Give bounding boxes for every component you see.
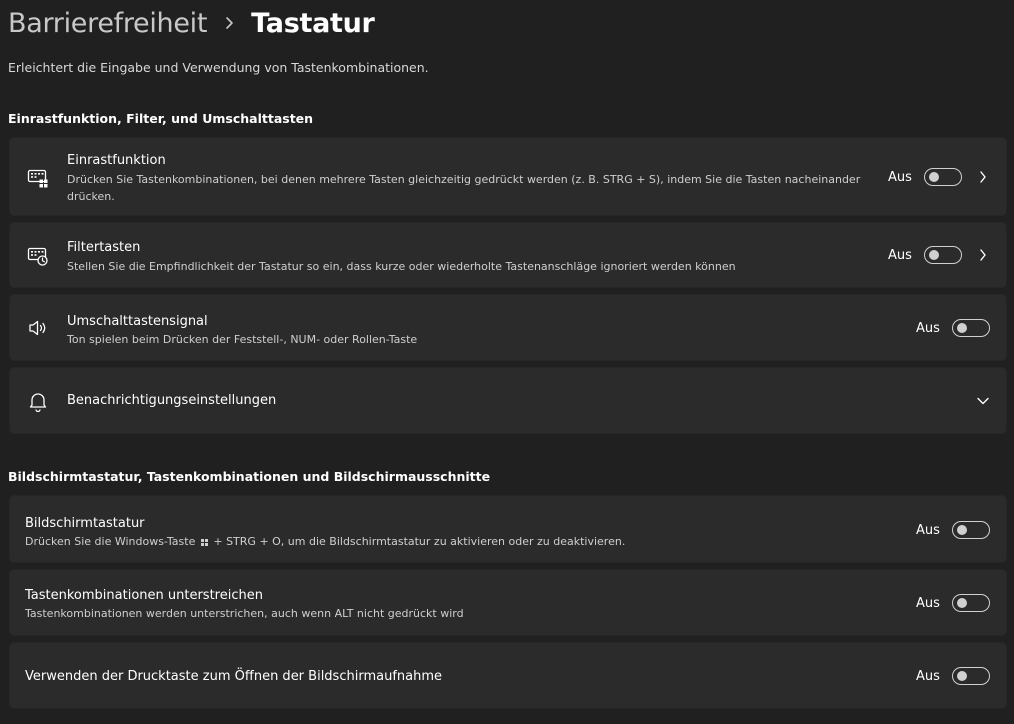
setting-title: Umschalttastensignal [67, 314, 208, 329]
toggle-knob [929, 250, 939, 260]
toggle-state-label: Aus [916, 523, 940, 538]
bell-icon [26, 389, 50, 413]
toggle-state-label: Aus [916, 596, 940, 611]
setting-description: Drücken Sie die Windows-Taste + STRG + O… [25, 533, 825, 550]
setting-description: Drücken Sie Tastenkombinationen, bei den… [67, 173, 861, 203]
description-part: Drücken Sie die Windows-Taste [25, 535, 196, 548]
print-screen-toggle[interactable] [952, 667, 990, 685]
setting-filter-keys[interactable]: Filtertasten Stellen Sie die Empfindlich… [9, 222, 1007, 288]
toggle-state-label: Aus [888, 170, 912, 185]
setting-sticky-keys[interactable]: Einrastfunktion Drücken Sie Tastenkombin… [9, 137, 1007, 216]
setting-notifications[interactable]: Benachrichtigungseinstellungen [9, 367, 1007, 434]
keyboard-sticky-icon [26, 166, 50, 190]
speaker-icon [26, 316, 50, 340]
chevron-right-icon[interactable] [976, 248, 990, 262]
setting-title: Filtertasten [67, 240, 141, 255]
onscreen-keyboard-toggle[interactable] [952, 521, 990, 539]
chevron-right-icon[interactable] [976, 170, 990, 184]
toggle-knob [929, 172, 939, 182]
toggle-knob [957, 323, 967, 333]
section-title-filters: Einrastfunktion, Filter, und Umschalttas… [8, 111, 314, 126]
description-part: + STRG + O, um die Bildschirmtastatur zu… [213, 535, 626, 548]
setting-underline-shortcuts[interactable]: Tastenkombinationen unterstreichen Taste… [9, 569, 1007, 636]
setting-description: Ton spielen beim Drücken der Feststell-,… [67, 333, 418, 346]
section-title-onscreen: Bildschirmtastatur, Tastenkombinationen … [8, 469, 491, 484]
sticky-keys-toggle[interactable] [924, 168, 962, 186]
setting-title: Bildschirmtastatur [25, 516, 145, 531]
settings-page: Barrierefreiheit Tastatur Erleichtert di… [0, 0, 1014, 724]
setting-onscreen-keyboard[interactable]: Bildschirmtastatur Drücken Sie die Windo… [9, 495, 1007, 563]
windows-logo-icon [200, 538, 208, 546]
chevron-right-icon [207, 16, 251, 30]
filter-keys-toggle[interactable] [924, 246, 962, 264]
page-subtitle: Erleichtert die Eingabe und Verwendung v… [8, 60, 429, 75]
underline-shortcuts-toggle[interactable] [952, 594, 990, 612]
setting-description: Stellen Sie die Empfindlichkeit der Tast… [67, 260, 736, 273]
toggle-state-label: Aus [888, 248, 912, 263]
setting-title: Benachrichtigungseinstellungen [67, 393, 277, 408]
breadcrumb: Barrierefreiheit Tastatur [8, 4, 375, 42]
toggle-knob [957, 598, 967, 608]
chevron-down-icon[interactable] [976, 394, 990, 408]
setting-title: Verwenden der Drucktaste zum Öffnen der … [25, 669, 442, 684]
breadcrumb-parent[interactable]: Barrierefreiheit [8, 8, 207, 39]
setting-title: Tastenkombinationen unterstreichen [25, 588, 263, 603]
toggle-keys-toggle[interactable] [952, 319, 990, 337]
setting-toggle-keys[interactable]: Umschalttastensignal Ton spielen beim Dr… [9, 294, 1007, 361]
setting-description: Tastenkombinationen werden unterstrichen… [25, 607, 464, 620]
setting-title: Einrastfunktion [67, 153, 166, 168]
setting-print-screen[interactable]: Verwenden der Drucktaste zum Öffnen der … [9, 642, 1007, 709]
keyboard-filter-icon [26, 244, 50, 268]
toggle-knob [957, 671, 967, 681]
toggle-knob [957, 525, 967, 535]
page-title: Tastatur [251, 7, 375, 39]
toggle-state-label: Aus [916, 321, 940, 336]
toggle-state-label: Aus [916, 669, 940, 684]
